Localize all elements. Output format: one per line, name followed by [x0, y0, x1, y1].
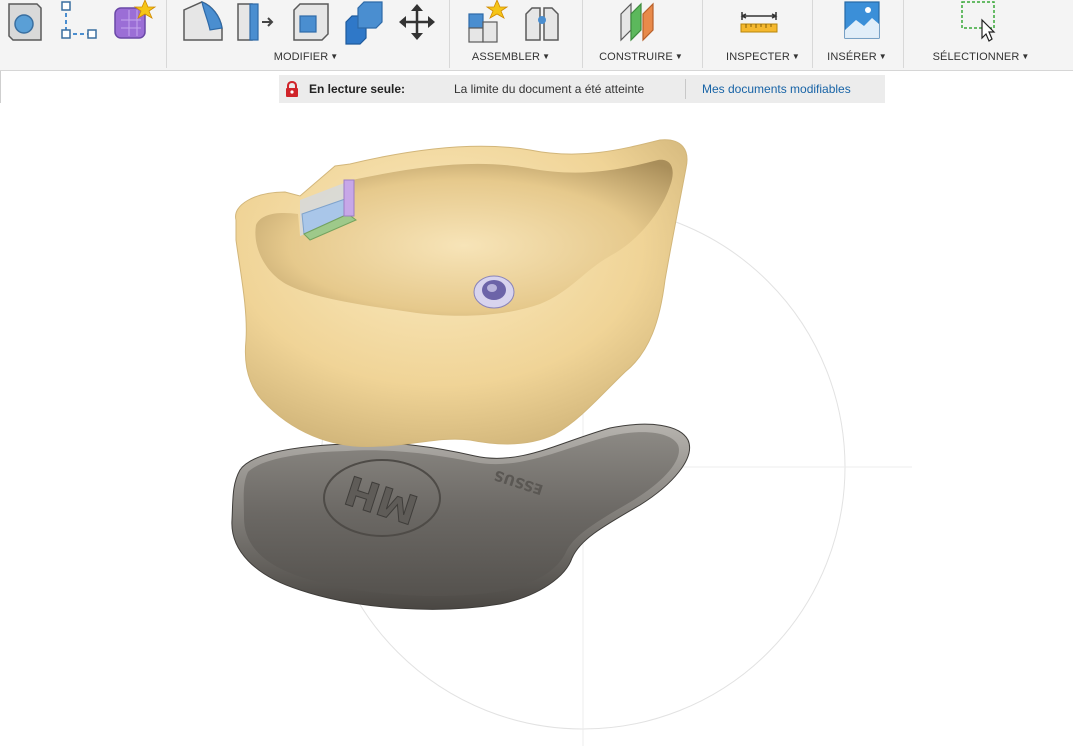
toolbar-separator	[702, 0, 703, 68]
sketch-icon[interactable]	[58, 0, 98, 46]
press-pull-icon[interactable]	[180, 0, 226, 46]
assembler-menu[interactable]: ASSEMBLER ▼	[472, 51, 550, 63]
measure-icon[interactable]	[738, 0, 784, 46]
construire-menu[interactable]: CONSTRUIRE ▼	[599, 51, 683, 63]
combine-icon[interactable]	[342, 0, 388, 46]
fillet-icon[interactable]	[234, 0, 280, 46]
toolbar-separator	[903, 0, 904, 68]
inserer-menu[interactable]: INSÉRER ▼	[827, 51, 887, 63]
toolbar-separator	[166, 0, 167, 68]
insert-image-icon[interactable]	[842, 0, 888, 46]
banner-divider	[685, 79, 686, 99]
editable-documents-link[interactable]: Mes documents modifiables	[702, 82, 851, 96]
toolbar-separator	[812, 0, 813, 68]
readonly-banner: En lecture seule: La limite du document …	[279, 75, 885, 103]
readonly-title: En lecture seule:	[309, 82, 406, 96]
tray-body[interactable]	[235, 139, 688, 448]
toolbar-separator	[582, 0, 583, 68]
panel-edge	[0, 71, 1, 103]
form-icon[interactable]	[111, 0, 157, 46]
inspecter-menu[interactable]: INSPECTER ▼	[726, 51, 800, 63]
toolbar: MODIFIER ▼ ASSEMBLER ▼ CONSTRUIRE ▼ INSPECT…	[0, 0, 1073, 71]
model-viewport[interactable]: MH ESSUS	[0, 104, 1073, 746]
new-component-icon[interactable]	[465, 0, 511, 46]
select-window-icon[interactable]	[958, 0, 1004, 46]
box-icon[interactable]	[5, 0, 45, 46]
base-plate[interactable]: MH ESSUS	[231, 423, 690, 610]
toolbar-separator	[449, 0, 450, 68]
modifier-menu[interactable]: MODIFIER ▼	[274, 51, 339, 63]
lock-icon	[286, 81, 298, 97]
selectionner-menu[interactable]: SÉLECTIONNER ▼	[933, 51, 1030, 63]
readonly-message: La limite du document a été atteinte	[454, 82, 645, 96]
move-icon[interactable]	[396, 0, 442, 46]
shell-icon[interactable]	[288, 0, 334, 46]
offset-plane-icon[interactable]	[617, 0, 663, 46]
joint-icon[interactable]	[520, 0, 566, 46]
